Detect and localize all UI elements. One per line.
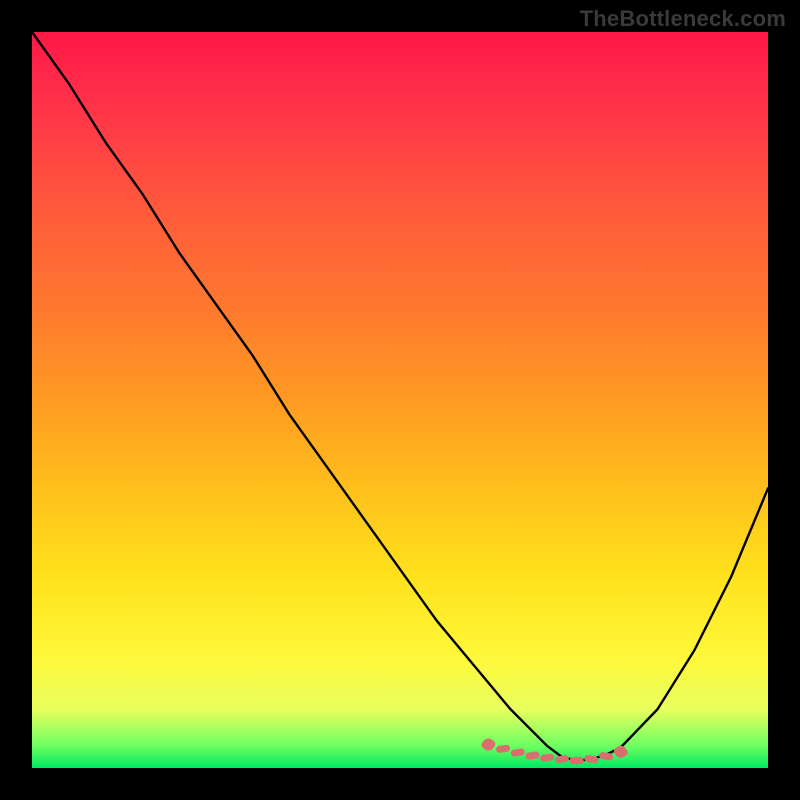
optimal-marker [584, 755, 599, 764]
optimal-marker [510, 748, 525, 757]
optimal-marker [525, 751, 540, 760]
chart-svg [32, 32, 768, 768]
optimal-range-start [483, 739, 493, 749]
chart-container: TheBottleneck.com [0, 0, 800, 800]
optimal-marker [555, 755, 570, 764]
bottleneck-curve [32, 32, 768, 761]
plot-area [32, 32, 768, 768]
optimal-marker [496, 744, 511, 753]
optimal-marker [540, 753, 555, 762]
optimal-range-end [616, 747, 626, 757]
optimal-marker [570, 757, 584, 764]
watermark-text: TheBottleneck.com [580, 6, 786, 32]
